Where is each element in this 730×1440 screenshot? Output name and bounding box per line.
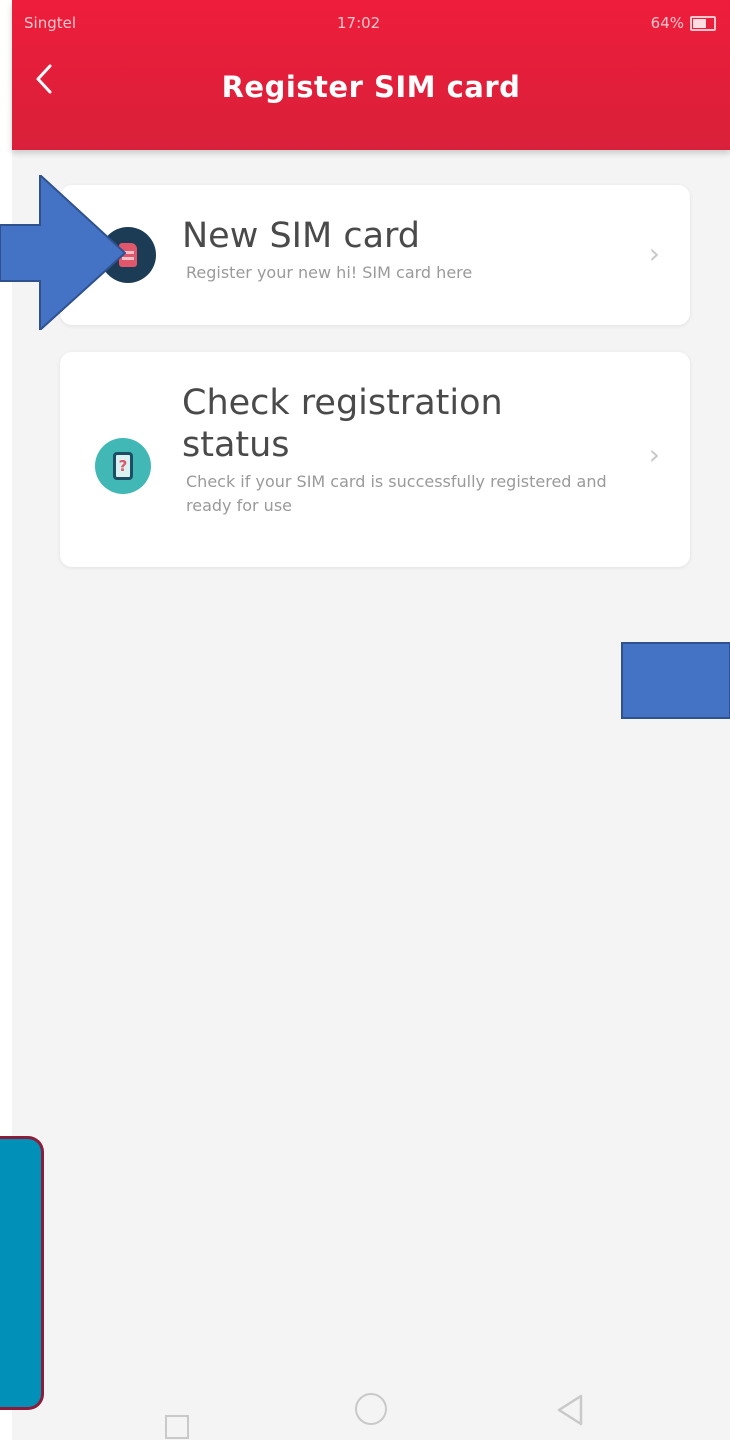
status-time: 17:02 — [337, 14, 381, 32]
battery-percent: 64% — [650, 14, 684, 32]
check-registration-status-option[interactable]: ? Check registration status Check if you… — [60, 352, 690, 567]
app-header: Singtel 17:02 64% Register SIM card — [12, 0, 730, 150]
option-subtitle: Check if your SIM card is successfully r… — [186, 472, 607, 515]
status-right: 64% — [651, 14, 716, 32]
annotation-blue-box — [621, 642, 730, 719]
chevron-right-icon: › — [648, 438, 660, 471]
option-title: New SIM card — [182, 216, 421, 256]
page-title: Register SIM card — [221, 70, 521, 104]
status-bar: Singtel 17:02 64% — [12, 0, 730, 50]
home-button[interactable] — [355, 1393, 387, 1425]
annotation-teal-box — [0, 1136, 44, 1410]
status-carrier: Singtel — [24, 14, 76, 32]
annotation-arrow-icon — [0, 175, 127, 330]
option-title: Check registration status — [182, 383, 503, 465]
phone-question-icon: ? — [95, 438, 151, 494]
nav-back-button[interactable] — [555, 1393, 585, 1427]
recent-apps-button[interactable] — [165, 1415, 189, 1439]
battery-icon — [690, 15, 716, 31]
chevron-right-icon: › — [648, 237, 660, 270]
option-subtitle: Register your new hi! SIM card here — [186, 263, 473, 282]
new-sim-card-option[interactable]: New SIM card Register your new hi! SIM c… — [60, 185, 690, 325]
